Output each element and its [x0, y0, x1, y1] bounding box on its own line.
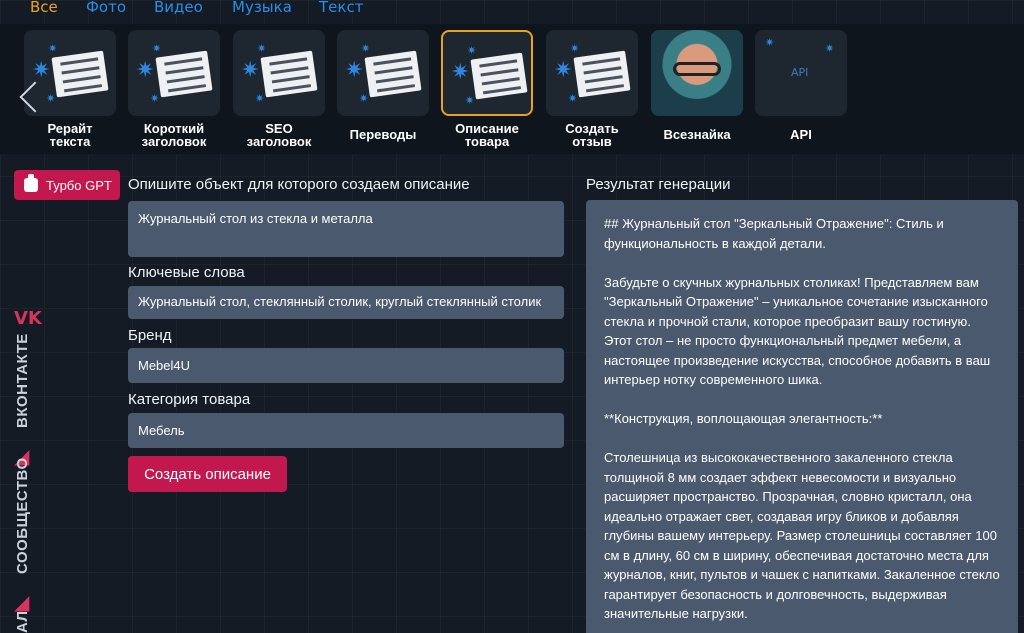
nav-photo[interactable]: Фото: [86, 0, 126, 16]
category-nav: Все Фото Видео Музыка Текст: [0, 0, 1024, 20]
robot-icon: [24, 174, 38, 192]
result-label: Результат генерации: [586, 176, 731, 193]
result-textarea[interactable]: ## Журнальный стол "Зеркальный Отражение…: [586, 200, 1018, 633]
result-paragraph: **Конструкция, воплощающая элегантность:…: [604, 411, 883, 426]
tool-label: Переводы: [349, 127, 417, 142]
magic-wand-paper-icon: ✷ ✷ ✷: [546, 30, 638, 116]
magic-wand-paper-icon: ✷ ✷ ✷: [128, 30, 220, 116]
vk-icon[interactable]: VK: [14, 308, 42, 329]
sidebar-vk-label[interactable]: ВКОНТАКТЕ: [14, 333, 31, 428]
tool-create-review[interactable]: ✷ ✷ ✷ Создать отзыв: [546, 30, 638, 148]
tool-label: Всезнайка: [663, 127, 731, 142]
nav-text[interactable]: Текст: [319, 0, 363, 16]
category-input[interactable]: Мебель: [128, 413, 564, 448]
social-sidebar: VK ВКОНТАКТЕ ◢ СООБЩЕСТВО ◢ АЛ: [0, 154, 44, 633]
tool-label: Создать отзыв: [565, 121, 619, 149]
tool-know-it-all[interactable]: Всезнайка: [651, 30, 743, 141]
result-paragraph: Столешница из высококачественного закале…: [604, 450, 1000, 621]
turbo-gpt-label: Турбо GPT: [46, 177, 112, 193]
tool-label: API: [790, 127, 812, 142]
avatar-icon: [651, 30, 743, 116]
tool-label: Описание товара: [455, 121, 519, 149]
api-icon: ✷ ✷ API: [755, 30, 847, 116]
tool-label: Рерайт текста: [47, 121, 93, 149]
category-label: Категория товара: [128, 391, 251, 408]
tool-api[interactable]: ✷ ✷ API API: [755, 30, 847, 141]
tool-carousel: ✷ ✷ ✷ Рерайт текста ✷ ✷ ✷ Короткий заголовок ✷…: [0, 24, 1024, 154]
create-description-button[interactable]: Создать описание: [128, 456, 287, 492]
magic-wand-paper-icon: ✷ ✷ ✷: [337, 30, 429, 116]
tool-label: SEO заголовок: [246, 121, 312, 149]
tool-short-title[interactable]: ✷ ✷ ✷ Короткий заголовок: [128, 30, 220, 148]
brand-input[interactable]: Mebel4U: [128, 348, 564, 383]
object-label: Опишите объект для которого создаем опис…: [128, 176, 470, 193]
sidebar-community-label[interactable]: СООБЩЕСТВО: [14, 457, 31, 574]
result-paragraph: Забудьте о скучных журнальных столиках! …: [604, 274, 991, 388]
object-textarea[interactable]: Журнальный стол из стекла и металла: [128, 201, 564, 257]
tool-seo-title[interactable]: ✷ ✷ ✷ SEO заголовок: [233, 30, 325, 148]
keywords-label: Ключевые слова: [128, 264, 245, 281]
nav-video[interactable]: Видео: [154, 0, 203, 16]
magic-wand-paper-icon: ✷ ✷ ✷: [441, 30, 533, 116]
brand-label: Бренд: [128, 327, 172, 344]
tool-label: Короткий заголовок: [141, 121, 207, 149]
keywords-input[interactable]: Журнальный стол, стеклянный столик, круг…: [128, 286, 564, 319]
nav-music[interactable]: Музыка: [232, 0, 292, 16]
sidebar-channel-label[interactable]: АЛ: [14, 610, 31, 633]
magic-wand-paper-icon: ✷ ✷ ✷: [233, 30, 325, 116]
turbo-gpt-button[interactable]: Турбо GPT: [14, 170, 120, 200]
tool-translations[interactable]: ✷ ✷ ✷ Переводы: [337, 30, 429, 141]
result-paragraph: ## Журнальный стол "Зеркальный Отражение…: [604, 216, 944, 251]
tool-product-description[interactable]: ✷ ✷ ✷ Описание товара: [441, 30, 533, 148]
nav-all[interactable]: Все: [30, 0, 58, 16]
